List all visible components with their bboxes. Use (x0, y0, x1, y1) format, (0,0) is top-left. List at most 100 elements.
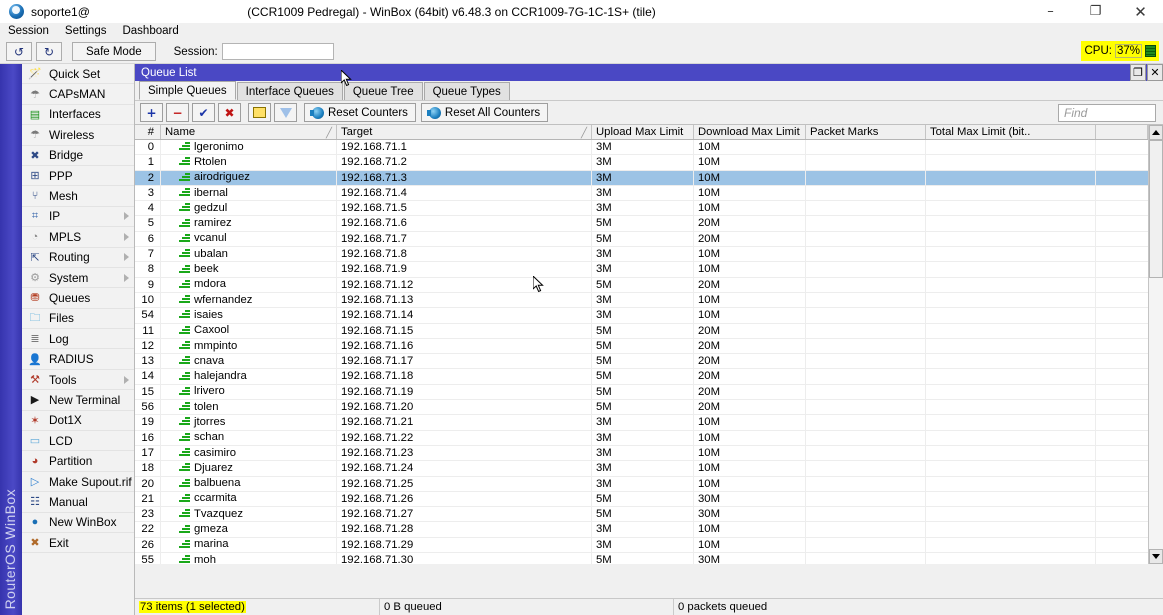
table-row[interactable]: 12mmpinto192.168.71.165M20M (135, 339, 1163, 354)
sidebar-item-files[interactable]: 🗀Files (22, 309, 134, 329)
cell-pm (806, 400, 926, 414)
reset-all-counters-button[interactable]: Reset All Counters (421, 103, 548, 122)
cell-name: Rtolen (161, 155, 337, 169)
sidebar-item-tools[interactable]: ⚒Tools (22, 370, 134, 390)
find-input[interactable]: Find (1058, 104, 1156, 122)
table-row[interactable]: 18Djuarez192.168.71.243M10M (135, 461, 1163, 476)
scrollbar-track[interactable] (1149, 140, 1163, 549)
menu-item-session[interactable]: Session (8, 23, 58, 40)
column-header-upload-max-limit[interactable]: Upload Max Limit (592, 125, 694, 139)
tab-simple-queues[interactable]: Simple Queues (139, 81, 236, 100)
table-row[interactable]: 10wfernandez192.168.71.133M10M (135, 293, 1163, 308)
table-row[interactable]: 4gedzul192.168.71.53M10M (135, 201, 1163, 216)
cell-target: 192.168.71.13 (337, 293, 592, 307)
sidebar-item-ip[interactable]: ⌗IP (22, 207, 134, 227)
sidebar-item-exit[interactable]: ✖Exit (22, 533, 134, 553)
tab-queue-tree[interactable]: Queue Tree (344, 82, 423, 100)
queue-restore-button[interactable]: ❐ (1130, 64, 1146, 81)
sidebar-item-wireless[interactable]: ☂Wireless (22, 125, 134, 145)
queue-window-titlebar[interactable]: Queue List ❐ ✕ (135, 64, 1163, 81)
tab-queue-types[interactable]: Queue Types (424, 82, 510, 100)
sidebar-item-capsman[interactable]: ☂CAPsMAN (22, 84, 134, 104)
table-row[interactable]: 1Rtolen192.168.71.23M10M (135, 155, 1163, 170)
scroll-down-button[interactable] (1149, 549, 1163, 564)
table-row[interactable]: 55moh192.168.71.305M30M (135, 553, 1163, 564)
menu-item-settings[interactable]: Settings (65, 23, 116, 40)
sidebar-item-manual[interactable]: ☷Manual (22, 492, 134, 512)
table-row[interactable]: 13cnava192.168.71.175M20M (135, 354, 1163, 369)
sidebar-item-lcd[interactable]: ▭LCD (22, 431, 134, 451)
table-row[interactable]: 5ramirez192.168.71.65M20M (135, 216, 1163, 231)
sidebar-item-routing[interactable]: ⇱Routing (22, 248, 134, 268)
enable-queue-button[interactable]: ✔ (192, 103, 215, 122)
sidebar-item-partition[interactable]: ◕Partition (22, 451, 134, 471)
table-row[interactable]: 14halejandra192.168.71.185M20M (135, 369, 1163, 384)
table-row[interactable]: 9mdora192.168.71.125M20M (135, 278, 1163, 293)
sidebar-item-log[interactable]: ≣Log (22, 329, 134, 349)
table-row[interactable]: 17casimiro192.168.71.233M10M (135, 446, 1163, 461)
chevron-right-icon (124, 376, 129, 384)
add-queue-button[interactable]: + (140, 103, 163, 122)
cell-name: Tvazquez (161, 507, 337, 521)
column-header-packet-marks[interactable]: Packet Marks (806, 125, 926, 139)
table-row[interactable]: 23Tvazquez192.168.71.275M30M (135, 507, 1163, 522)
session-input[interactable] (222, 43, 334, 60)
table-row[interactable]: 11Caxool192.168.71.155M20M (135, 324, 1163, 339)
column-header-total-max-limit[interactable]: Total Max Limit (bit.. (926, 125, 1096, 139)
sidebar-item-mpls[interactable]: ◔MPLS (22, 227, 134, 247)
filter-button[interactable] (274, 103, 297, 122)
remove-queue-button[interactable]: − (166, 103, 189, 122)
sidebar-item-radius[interactable]: 👤RADIUS (22, 349, 134, 369)
cell-name: ibernal (161, 186, 337, 200)
table-row[interactable]: 22gmeza192.168.71.283M10M (135, 522, 1163, 537)
restore-button[interactable]: ❐ (1073, 0, 1118, 23)
safe-mode-button[interactable]: Safe Mode (72, 42, 156, 61)
disable-queue-button[interactable]: ✖ (218, 103, 241, 122)
sidebar-item-make-supout-rif[interactable]: ▷Make Supout.rif (22, 472, 134, 492)
column-header-download-max-limit[interactable]: Download Max Limit (694, 125, 806, 139)
cell-pm (806, 354, 926, 368)
table-row[interactable]: 21ccarmita192.168.71.265M30M (135, 492, 1163, 507)
sidebar-item-new-winbox[interactable]: ●New WinBox (22, 513, 134, 533)
scroll-up-button[interactable] (1149, 125, 1163, 140)
sidebar-item-ppp[interactable]: ⊞PPP (22, 166, 134, 186)
sidebar-item-queues[interactable]: ⛃Queues (22, 288, 134, 308)
sidebar-item-quick-set[interactable]: 🪄Quick Set (22, 64, 134, 84)
tab-interface-queues[interactable]: Interface Queues (237, 82, 343, 100)
sidebar-item-dot1x[interactable]: ✶Dot1X (22, 411, 134, 431)
table-row[interactable]: 56tolen192.168.71.205M20M (135, 400, 1163, 415)
menu-item-dashboard[interactable]: Dashboard (122, 23, 187, 40)
comment-button[interactable] (248, 103, 271, 122)
table-row[interactable]: 3ibernal192.168.71.43M10M (135, 186, 1163, 201)
table-row[interactable]: 26marina192.168.71.293M10M (135, 538, 1163, 553)
table-row[interactable]: 2airodriguez192.168.71.33M10M (135, 171, 1163, 186)
table-row[interactable]: 20balbuena192.168.71.253M10M (135, 477, 1163, 492)
winbox-app-icon (9, 4, 24, 19)
queue-close-button[interactable]: ✕ (1147, 64, 1163, 81)
minimize-button[interactable]: – (1028, 0, 1073, 23)
close-button[interactable]: ✕ (1118, 0, 1163, 23)
reset-counters-button[interactable]: Reset Counters (304, 103, 416, 122)
redo-button[interactable]: ↻ (36, 42, 62, 61)
sidebar-item-interfaces[interactable]: ▤Interfaces (22, 105, 134, 125)
table-row[interactable]: 19jtorres192.168.71.213M10M (135, 415, 1163, 430)
table-row[interactable]: 15lrivero192.168.71.195M20M (135, 385, 1163, 400)
column-header-num[interactable]: # (135, 125, 161, 139)
column-header-target[interactable]: Target ╱ (337, 125, 592, 139)
column-header-name[interactable]: Name ╱ (161, 125, 337, 139)
table-row[interactable]: 8beek192.168.71.93M10M (135, 262, 1163, 277)
cell-tml (926, 431, 1096, 445)
sidebar-item-bridge[interactable]: ✖Bridge (22, 146, 134, 166)
scrollbar-thumb[interactable] (1149, 140, 1163, 278)
table-row[interactable]: 0lgeronimo192.168.71.13M10M (135, 140, 1163, 155)
table-row[interactable]: 6vcanul192.168.71.75M20M (135, 232, 1163, 247)
table-row[interactable]: 54isaies192.168.71.143M10M (135, 308, 1163, 323)
sidebar-item-system[interactable]: ⚙System (22, 268, 134, 288)
undo-button[interactable]: ↺ (6, 42, 32, 61)
table-row[interactable]: 16schan192.168.71.223M10M (135, 431, 1163, 446)
queue-table-scrollbar[interactable] (1148, 125, 1163, 564)
table-row[interactable]: 7ubalan192.168.71.83M10M (135, 247, 1163, 262)
sidebar-item-new-terminal[interactable]: ▶New Terminal (22, 390, 134, 410)
cell-name-text: jtorres (194, 415, 225, 429)
sidebar-item-mesh[interactable]: ⑂Mesh (22, 186, 134, 206)
